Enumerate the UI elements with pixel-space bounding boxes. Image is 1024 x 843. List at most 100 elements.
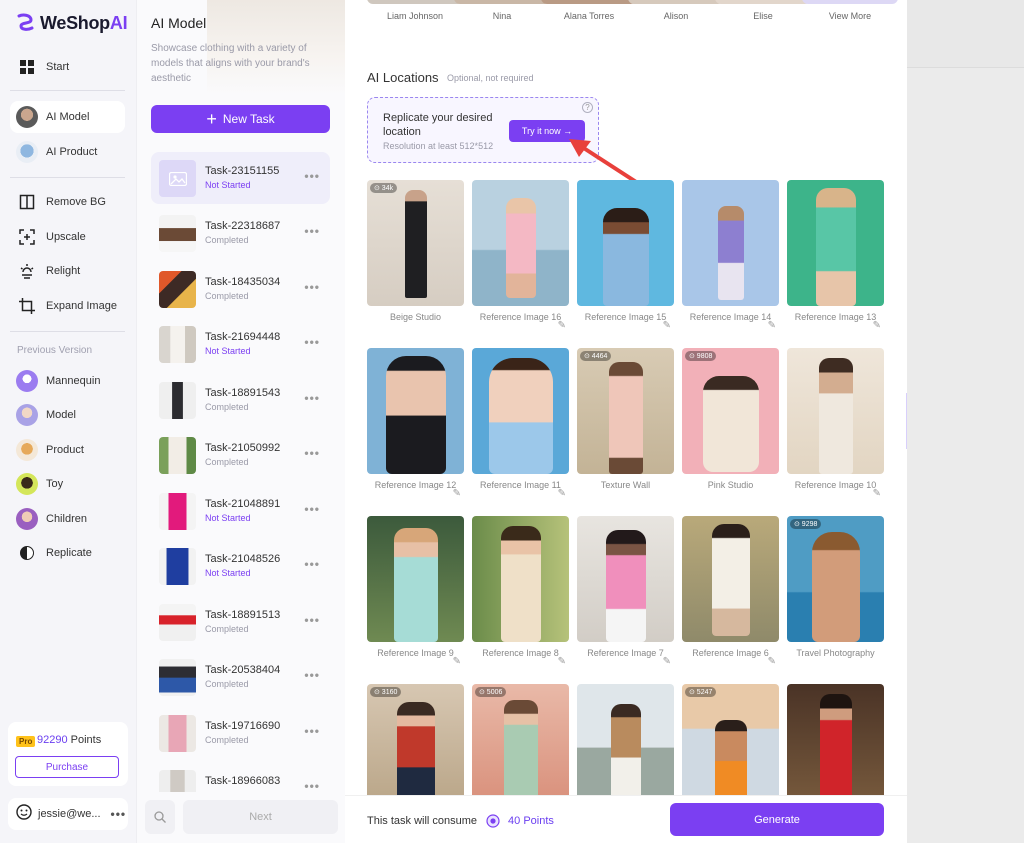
model-name[interactable]: Alison: [628, 11, 724, 21]
more-icon[interactable]: •••: [304, 224, 320, 238]
view-more-models-link[interactable]: View More: [802, 11, 898, 21]
location-label: Reference Image 7: [587, 648, 664, 658]
location-image: [682, 180, 779, 306]
task-item[interactable]: Task-21048526 Not Started •••: [151, 540, 330, 592]
location-tile[interactable]: ⊙ 3160: [367, 684, 464, 810]
edit-icon[interactable]: ✎: [873, 320, 881, 331]
nav-item-expand-image[interactable]: Expand Image: [10, 290, 125, 322]
nav-item-replicate[interactable]: Replicate: [10, 537, 125, 569]
location-tile[interactable]: ⊙ 34k Beige Studio: [367, 180, 464, 322]
generate-button[interactable]: Generate: [670, 803, 884, 836]
location-tile[interactable]: Reference Image 13 ✎: [787, 180, 884, 331]
model-thumbnail[interactable]: [715, 0, 811, 4]
model-thumbnail[interactable]: [367, 0, 463, 4]
model-thumbnail[interactable]: [541, 0, 637, 4]
task-item[interactable]: Task-18966083 •••: [151, 762, 330, 792]
location-tile[interactable]: Reference Image 9 ✎: [367, 516, 464, 667]
edit-icon[interactable]: ✎: [558, 488, 566, 499]
location-tile[interactable]: [577, 684, 674, 810]
task-item[interactable]: Task-21694448 Not Started •••: [151, 318, 330, 370]
location-image: [577, 684, 674, 810]
nav-item-mannequin[interactable]: Mannequin: [10, 365, 125, 397]
edit-icon[interactable]: ✎: [558, 656, 566, 667]
task-item[interactable]: Task-21050992 Completed •••: [151, 429, 330, 481]
task-status: Completed: [205, 402, 249, 412]
location-tile[interactable]: ⊙ 5006: [472, 684, 569, 810]
usage-count-badge: ⊙ 4464: [580, 351, 612, 361]
location-tile[interactable]: Reference Image 6 ✎: [682, 516, 779, 667]
edit-icon[interactable]: ✎: [558, 320, 566, 331]
more-icon[interactable]: •••: [304, 613, 320, 627]
next-button[interactable]: Next: [183, 800, 338, 834]
model-name[interactable]: Elise: [715, 11, 811, 21]
model-name[interactable]: Liam Johnson: [367, 11, 463, 21]
nav-item-relight[interactable]: Relight: [10, 255, 125, 287]
location-tile[interactable]: Reference Image 15 ✎: [577, 180, 674, 331]
model-thumbnail[interactable]: [454, 0, 550, 4]
more-icon[interactable]: •••: [304, 668, 320, 682]
task-thumbnail: [159, 493, 196, 530]
more-icon[interactable]: •••: [304, 502, 320, 516]
user-more-icon[interactable]: •••: [111, 807, 127, 821]
more-icon[interactable]: •••: [304, 557, 320, 571]
edit-icon[interactable]: ✎: [768, 656, 776, 667]
nav-item-children[interactable]: Children: [10, 503, 125, 535]
task-panel-footer: Next: [137, 795, 346, 843]
location-tile[interactable]: Reference Image 11 ✎: [472, 348, 569, 499]
edit-icon[interactable]: ✎: [453, 656, 461, 667]
more-icon[interactable]: •••: [304, 391, 320, 405]
more-icon[interactable]: •••: [304, 724, 320, 738]
purchase-button[interactable]: Purchase: [15, 756, 119, 778]
weshop-logo[interactable]: WeShopAI: [14, 12, 128, 34]
location-label: Reference Image 8: [482, 648, 559, 658]
model-name[interactable]: Alana Torres: [541, 11, 637, 21]
location-tile[interactable]: Reference Image 16 ✎: [472, 180, 569, 331]
search-button[interactable]: [145, 800, 175, 834]
user-menu[interactable]: jessie@we... •••: [8, 798, 128, 830]
right-gutter: [907, 0, 1024, 843]
location-tile[interactable]: Reference Image 10 ✎: [787, 348, 884, 499]
location-tile[interactable]: Reference Image 7 ✎: [577, 516, 674, 667]
edit-icon[interactable]: ✎: [768, 320, 776, 331]
task-list[interactable]: Task-23151155 Not Started ••• Task-22318…: [151, 152, 330, 792]
location-tile[interactable]: [787, 684, 884, 810]
model-thumbnail[interactable]: [628, 0, 724, 4]
help-icon[interactable]: ?: [582, 102, 593, 113]
more-icon[interactable]: •••: [304, 280, 320, 294]
location-tile[interactable]: ⊙ 9298 Travel Photography: [787, 516, 884, 658]
task-item[interactable]: Task-20538404 Completed •••: [151, 651, 330, 703]
location-image: [472, 180, 569, 306]
edit-icon[interactable]: ✎: [663, 320, 671, 331]
task-item[interactable]: Task-23151155 Not Started •••: [151, 152, 330, 204]
location-tile[interactable]: ⊙ 4464 Texture Wall: [577, 348, 674, 490]
edit-icon[interactable]: ✎: [453, 488, 461, 499]
location-tile[interactable]: ⊙ 5247: [682, 684, 779, 810]
more-icon[interactable]: •••: [304, 335, 320, 349]
new-task-button[interactable]: + New Task: [151, 105, 330, 133]
location-tile[interactable]: ⊙ 9808 Pink Studio: [682, 348, 779, 490]
nav-item-upscale[interactable]: Upscale: [10, 221, 125, 253]
location-tile[interactable]: Reference Image 12 ✎: [367, 348, 464, 499]
location-tile[interactable]: Reference Image 14 ✎: [682, 180, 779, 331]
task-item[interactable]: Task-22318687 Completed •••: [151, 207, 330, 259]
nav-item-ai-model[interactable]: AI Model: [10, 101, 125, 133]
nav-item-start[interactable]: Start: [10, 51, 125, 83]
location-tile[interactable]: Reference Image 8 ✎: [472, 516, 569, 667]
more-icon[interactable]: •••: [304, 446, 320, 460]
task-item[interactable]: Task-21048891 Not Started •••: [151, 485, 330, 537]
nav-item-model[interactable]: Model: [10, 399, 125, 431]
view-more-thumbnail[interactable]: [802, 0, 898, 4]
task-item[interactable]: Task-18435034 Completed •••: [151, 263, 330, 315]
nav-item-ai-product[interactable]: AI Product: [10, 136, 125, 168]
task-item[interactable]: Task-19716690 Completed •••: [151, 707, 330, 759]
task-item[interactable]: Task-18891543 Completed •••: [151, 374, 330, 426]
model-name[interactable]: Nina: [454, 11, 550, 21]
edit-icon[interactable]: ✎: [873, 488, 881, 499]
nav-item-toy[interactable]: Toy: [10, 468, 125, 500]
more-icon[interactable]: •••: [304, 779, 320, 792]
more-icon[interactable]: •••: [304, 169, 320, 183]
nav-item-product[interactable]: Product: [10, 434, 125, 466]
edit-icon[interactable]: ✎: [663, 656, 671, 667]
nav-item-remove-bg[interactable]: Remove BG: [10, 186, 125, 218]
task-item[interactable]: Task-18891513 Completed •••: [151, 596, 330, 648]
